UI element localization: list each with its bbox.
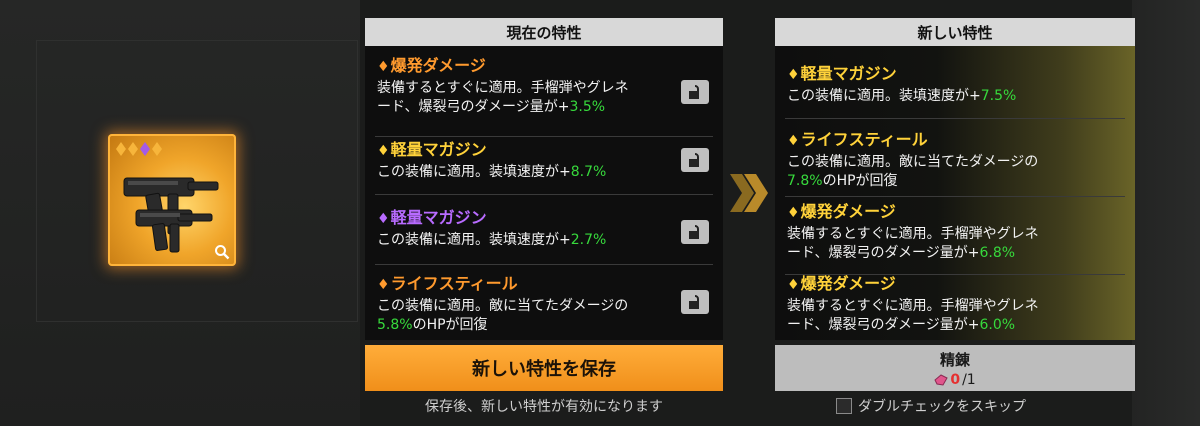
trait-desc: のHPが回復: [412, 317, 488, 333]
trait-desc: ード、爆裂弓のダメージ量が+: [787, 245, 980, 261]
new-trait-2: ♦ライフスティール この装備に適用。敵に当てたダメージの 7.8%のHPが回復: [787, 130, 1121, 191]
trait-desc: この装備に適用。装填速度が+: [787, 88, 981, 104]
skip-checkbox[interactable]: [836, 398, 852, 414]
lock-toggle-4[interactable]: [681, 290, 709, 314]
trait-value: 2.7%: [570, 232, 607, 248]
skip-label: ダブルチェックをスキップ: [858, 399, 1026, 415]
padlock-icon: [689, 153, 699, 167]
trait-name: 爆発ダメージ: [800, 202, 896, 221]
diamond-icon: ♦: [787, 67, 800, 83]
new-traits-panel: 新しい特性 ♦軽量マガジン この装備に適用。装填速度が+7.5% ♦ライフスティ…: [775, 18, 1135, 340]
trait-divider: [785, 196, 1125, 197]
background-right: [1132, 0, 1200, 426]
trait-divider: [375, 194, 713, 195]
diamond-icon: ♦: [377, 143, 390, 159]
refine-have-count: 0: [950, 372, 961, 388]
diamond-icon: ♦: [377, 59, 390, 75]
trait-name: 軽量マガジン: [390, 208, 487, 227]
weapon-card[interactable]: [108, 134, 236, 266]
trait-name: 軽量マガジン: [800, 64, 897, 83]
trait-value: 6.8%: [979, 245, 1016, 261]
new-traits-header: 新しい特性: [775, 18, 1135, 46]
trait-divider: [785, 118, 1125, 119]
gem-gold-icon: [128, 142, 138, 156]
new-trait-4: ♦爆発ダメージ 装備するとすぐに適用。手榴弾やグレネ ード、爆裂弓のダメージ量が+…: [787, 274, 1121, 335]
trait-desc: この装備に適用。敵に当てたダメージの: [787, 154, 1039, 170]
trait-value: 3.5%: [569, 99, 606, 115]
current-trait-3: ♦軽量マガジン この装備に適用。装填速度が+2.7%: [377, 208, 663, 250]
current-trait-2: ♦軽量マガジン この装備に適用。装填速度が+8.7%: [377, 140, 663, 182]
double-chevron-icon: [730, 174, 768, 212]
trait-name: 爆発ダメージ: [390, 56, 486, 75]
trait-desc: この装備に適用。装填速度が+: [377, 232, 571, 248]
lock-toggle-1[interactable]: [681, 80, 709, 104]
refine-stone-icon: [934, 374, 949, 386]
gem-gold-icon: [116, 142, 126, 156]
trait-desc: のHPが回復: [822, 173, 898, 189]
trait-desc: この装備に適用。装填速度が+: [377, 164, 571, 180]
trait-divider: [375, 136, 713, 137]
current-trait-1: ♦爆発ダメージ 装備するとすぐに適用。手榴弾やグレネ ード、爆裂弓のダメージ量が+…: [377, 56, 663, 117]
refine-button[interactable]: 精錬 0/1: [775, 345, 1135, 391]
trait-desc: 装備するとすぐに適用。手榴弾やグレネ: [377, 80, 629, 96]
rarity-gems: [116, 142, 162, 156]
trait-value: 6.0%: [979, 317, 1016, 333]
trait-divider: [375, 264, 713, 265]
trait-name: ライフスティール: [800, 130, 928, 149]
trait-value: 8.7%: [570, 164, 607, 180]
magnifier-icon[interactable]: [214, 244, 230, 260]
new-trait-3: ♦爆発ダメージ 装備するとすぐに適用。手榴弾やグレネ ード、爆裂弓のダメージ量が+…: [787, 202, 1121, 263]
trait-name: ライフスティール: [390, 274, 518, 293]
current-traits-header: 現在の特性: [365, 18, 723, 46]
lock-toggle-3[interactable]: [681, 220, 709, 244]
trait-desc: 装備するとすぐに適用。手榴弾やグレネ: [787, 226, 1039, 242]
refine-need-count: /1: [962, 372, 976, 388]
diamond-icon: ♦: [787, 277, 800, 293]
diamond-icon: ♦: [787, 205, 800, 221]
trait-desc: 装備するとすぐに適用。手榴弾やグレネ: [787, 298, 1039, 314]
padlock-icon: [689, 85, 699, 99]
diamond-icon: ♦: [787, 133, 800, 149]
lock-toggle-2[interactable]: [681, 148, 709, 172]
skip-double-check[interactable]: ダブルチェックをスキップ: [836, 396, 1026, 416]
padlock-icon: [689, 295, 699, 309]
gem-gold-icon: [152, 142, 162, 156]
trait-desc: ード、爆裂弓のダメージ量が+: [787, 317, 980, 333]
diamond-icon: ♦: [377, 211, 390, 227]
current-traits-panel: 現在の特性 ♦爆発ダメージ 装備するとすぐに適用。手榴弾やグレネ ード、爆裂弓のダ…: [365, 18, 723, 340]
trait-name: 爆発ダメージ: [800, 274, 896, 293]
diamond-icon: ♦: [377, 277, 390, 293]
trait-name: 軽量マガジン: [390, 140, 487, 159]
save-note: 保存後、新しい特性が有効になります: [425, 399, 663, 415]
save-new-traits-button[interactable]: 新しい特性を保存: [365, 345, 723, 391]
gem-purple-icon: [140, 142, 150, 156]
refine-label: 精錬: [939, 351, 970, 369]
trait-desc: この装備に適用。敵に当てたダメージの: [377, 298, 629, 314]
smg-weapon-icon: [123, 177, 219, 253]
trait-value: 5.8%: [377, 317, 413, 333]
trait-value: 7.5%: [980, 88, 1017, 104]
current-trait-4: ♦ライフスティール この装備に適用。敵に当てたダメージの 5.8%のHPが回復: [377, 274, 663, 335]
new-trait-1: ♦軽量マガジン この装備に適用。装填速度が+7.5%: [787, 64, 1121, 106]
trait-desc: ード、爆裂弓のダメージ量が+: [377, 99, 570, 115]
padlock-icon: [689, 225, 699, 239]
trait-value: 7.8%: [787, 173, 823, 189]
refine-cost: 0/1: [775, 372, 1135, 388]
